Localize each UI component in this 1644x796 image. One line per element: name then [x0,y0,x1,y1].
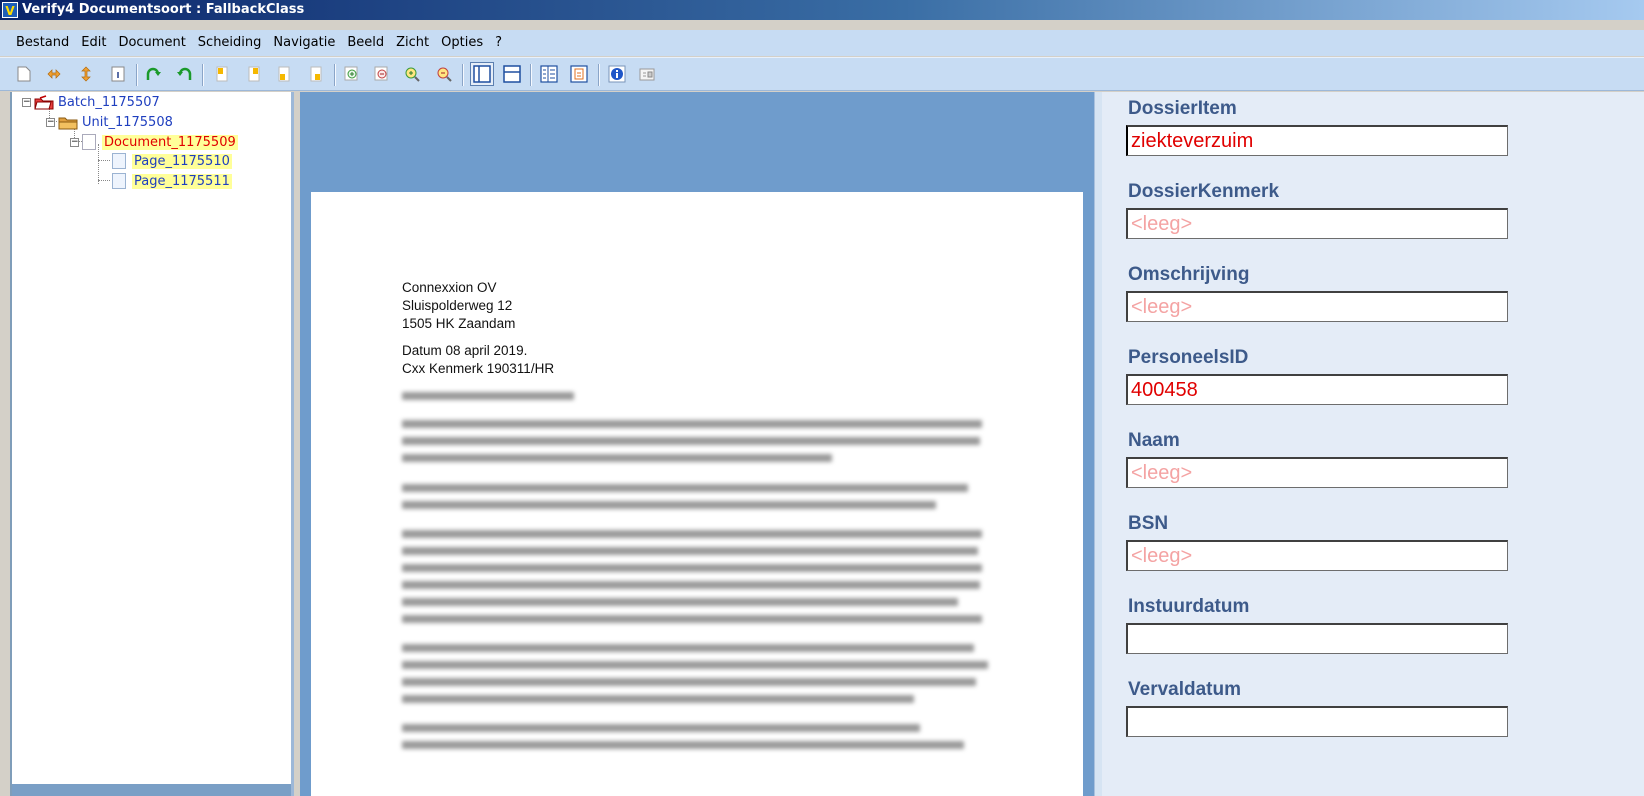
index-fields-panel: DossierItem DossierKenmerk Omschrijving … [1102,92,1644,796]
rotate-left-icon[interactable] [144,64,164,84]
tree-node-document[interactable]: − Document_1175509 [70,133,238,151]
document-tree-panel: − Batch_1175507 − Unit_1175508 − Documen… [10,92,294,796]
label-bsn: BSN [1128,513,1169,534]
tree-node-page[interactable]: Page_1175510 [112,152,232,170]
blurred-paragraph [402,724,964,758]
page-yellow-4-icon[interactable] [306,64,326,84]
layout-horizontal-split-icon[interactable] [501,63,523,85]
vervaldatum-field[interactable] [1126,706,1508,737]
rotate-right-icon[interactable] [174,64,194,84]
page-yellow-2-icon[interactable] [244,64,264,84]
sender-name: Connexxion OV [402,280,497,295]
tree-label-unit: Unit_1175508 [82,114,173,130]
blurred-paragraph [402,530,982,632]
instuurdatum-field[interactable] [1126,623,1508,654]
label-vervaldatum: Vervaldatum [1128,679,1241,700]
thumbnail-view-icon[interactable] [568,63,590,85]
tree-node-batch[interactable]: − Batch_1175507 [22,93,160,111]
menu-bar: Bestand Edit Document Scheiding Navigatie Bee… [0,30,1644,56]
blurred-paragraph [402,644,988,712]
reference-line: Cxx Kenmerk 190311/HR [402,361,555,376]
label-omschrijving: Omschrijving [1128,264,1250,285]
date-line: Datum 08 april 2019. [402,343,528,358]
zoom-fit-out-icon[interactable] [434,64,454,84]
zoom-fit-in-icon[interactable] [402,64,422,84]
blurred-paragraph [402,484,968,518]
app-logo-icon: V [2,2,18,18]
tree-label-page: Page_1175511 [132,173,232,189]
naam-field[interactable] [1126,457,1508,488]
menu-beeld[interactable]: Beeld [341,30,390,56]
menu-edit[interactable]: Edit [75,30,112,56]
page-icon [112,173,126,189]
menu-scheiding[interactable]: Scheiding [192,30,268,56]
blurred-paragraph [402,420,982,471]
info-page-icon[interactable] [108,64,128,84]
menu-opties[interactable]: Opties [435,30,489,56]
panel-splitter[interactable] [1094,92,1102,796]
tree-label-page: Page_1175510 [132,153,232,169]
collapse-icon[interactable]: − [46,117,55,127]
toolbar [0,57,1644,91]
tree-node-page[interactable]: Page_1175511 [112,172,232,190]
properties-icon[interactable] [636,63,658,85]
zoom-out-icon[interactable] [372,64,392,84]
collapse-icon[interactable]: − [70,137,79,147]
label-naam: Naam [1128,430,1180,451]
blurred-salutation [402,392,574,409]
collapse-icon[interactable]: − [22,97,31,107]
bsn-field[interactable] [1126,540,1508,571]
tree-label-batch: Batch_1175507 [58,94,160,110]
menu-document[interactable]: Document [112,30,191,56]
menu-help[interactable]: ? [489,30,508,56]
sender-street: Sluispolderweg 12 [402,298,513,313]
title-bar: V Verify4 Documentsoort : FallbackClass [0,0,1644,20]
sender-city: 1505 HK Zaandam [402,316,516,331]
dossieritem-field[interactable] [1126,125,1508,156]
page-yellow-3-icon[interactable] [274,64,294,84]
document-icon [82,134,96,150]
info-icon[interactable] [606,63,628,85]
batch-folder-icon [34,94,54,110]
new-page-icon[interactable] [14,64,34,84]
label-dossierkenmerk: DossierKenmerk [1128,181,1280,202]
zoom-in-icon[interactable] [342,64,362,84]
list-view-icon[interactable] [538,63,560,85]
swap-vertical-icon[interactable] [76,64,96,84]
window-title: Verify4 Documentsoort : FallbackClass [22,2,305,17]
tree-node-unit[interactable]: − Unit_1175508 [46,113,173,131]
label-instuurdatum: Instuurdatum [1128,596,1250,617]
document-page: Connexxion OV Sluispolderweg 12 1505 HK … [311,192,1083,796]
page-yellow-1-icon[interactable] [212,64,232,84]
menu-navigatie[interactable]: Navigatie [267,30,341,56]
personeelsid-field[interactable] [1126,374,1508,405]
label-dossieritem: DossierItem [1128,98,1237,119]
menu-bestand[interactable]: Bestand [0,30,75,56]
menu-zicht[interactable]: Zicht [390,30,435,56]
omschrijving-field[interactable] [1126,291,1508,322]
unit-folder-icon [58,115,78,130]
document-viewer[interactable]: Connexxion OV Sluispolderweg 12 1505 HK … [300,92,1094,796]
label-personeelsid: PersoneelsID [1128,347,1249,368]
layout-vertical-split-icon[interactable] [470,62,494,86]
horizontal-scrollbar[interactable] [12,784,291,796]
dossierkenmerk-field[interactable] [1126,208,1508,239]
tree-label-document: Document_1175509 [102,134,238,150]
swap-horizontal-icon[interactable] [44,64,64,84]
page-icon [112,153,126,169]
